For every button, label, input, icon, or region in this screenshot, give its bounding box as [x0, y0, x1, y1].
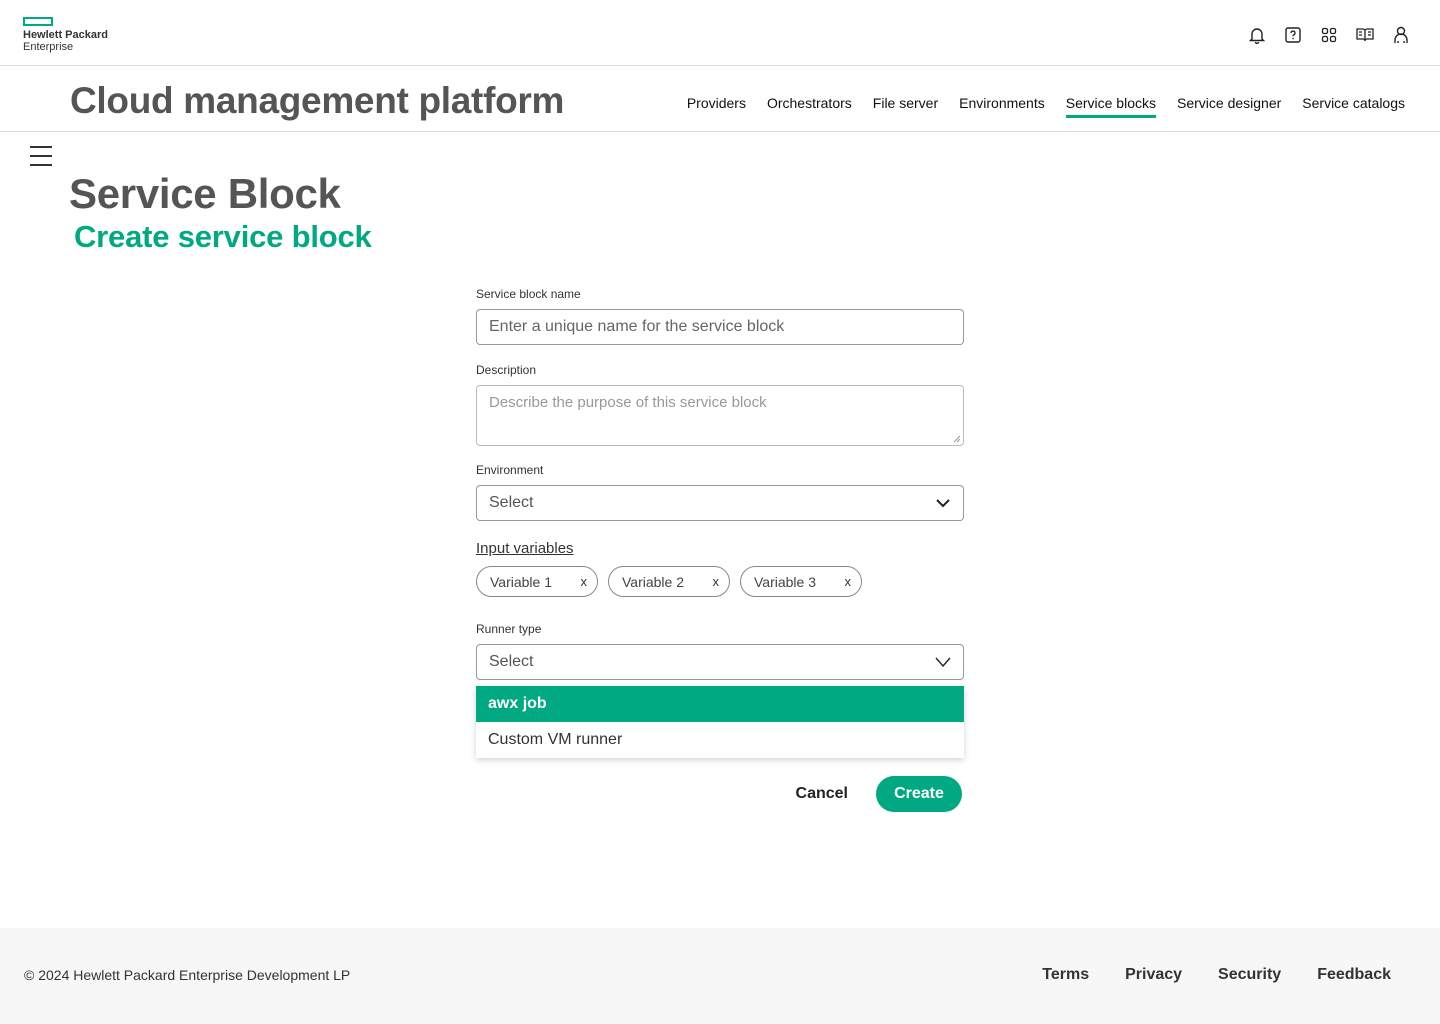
apps-grid-icon[interactable] — [1320, 26, 1338, 44]
footer: © 2024 Hewlett Packard Enterprise Develo… — [0, 928, 1440, 1024]
service-block-name-input[interactable]: Enter a unique name for the service bloc… — [476, 309, 964, 345]
create-button[interactable]: Create — [876, 776, 962, 812]
environment-select-value: Select — [489, 494, 534, 511]
footer-link-privacy[interactable]: Privacy — [1125, 966, 1182, 984]
name-field-group: Service block name Enter a unique name f… — [476, 287, 964, 345]
environment-label: Environment — [476, 463, 544, 477]
runner-option-custom-vm[interactable]: Custom VM runner — [476, 722, 964, 758]
book-icon[interactable] — [1356, 26, 1374, 44]
bell-icon[interactable] — [1248, 26, 1266, 44]
hamburger-menu-icon[interactable] — [30, 146, 52, 168]
page-title: Service Block — [69, 170, 341, 217]
form-actions: Cancel Create — [476, 776, 964, 812]
app-title: Cloud management platform — [70, 80, 565, 121]
top-bar: Hewlett Packard Enterprise — [0, 0, 1440, 66]
description-field-group: Description Describe the purpose of this… — [476, 363, 964, 446]
description-textarea[interactable]: Describe the purpose of this service blo… — [476, 385, 964, 446]
copyright-text: © 2024 Hewlett Packard Enterprise Develo… — [24, 967, 351, 983]
logo-mark — [23, 17, 53, 26]
header-bar: Cloud management platform Providers Orch… — [0, 66, 1440, 132]
variable-chip: Variable 3 x — [740, 566, 862, 597]
user-icon[interactable] — [1392, 26, 1410, 44]
footer-links: Terms Privacy Security Feedback — [1042, 966, 1391, 984]
runner-type-field-group: Runner type Select — [476, 622, 964, 680]
main-nav: Providers Orchestrators File server Envi… — [687, 95, 1405, 118]
chevron-down-icon — [936, 499, 950, 508]
variable-chip-label: Variable 2 — [622, 573, 685, 590]
chevron-down-icon — [935, 657, 951, 667]
nav-file-server[interactable]: File server — [873, 95, 938, 118]
top-icons — [1248, 26, 1410, 44]
environment-select[interactable]: Select — [476, 485, 964, 521]
logo-line2: Enterprise — [23, 41, 74, 53]
variable-chip-label: Variable 3 — [754, 573, 817, 590]
footer-link-security[interactable]: Security — [1218, 966, 1281, 984]
remove-variable-icon[interactable]: x — [713, 574, 720, 589]
nav-orchestrators[interactable]: Orchestrators — [767, 95, 852, 118]
remove-variable-icon[interactable]: x — [845, 574, 852, 589]
nav-service-designer[interactable]: Service designer — [1177, 95, 1281, 118]
variable-chips: Variable 1 x Variable 2 x Variable 3 x — [476, 566, 964, 597]
variable-chip-label: Variable 1 — [490, 573, 553, 590]
remove-variable-icon[interactable]: x — [581, 574, 588, 589]
page-subtitle: Create service block — [74, 219, 372, 254]
nav-environments[interactable]: Environments — [959, 95, 1045, 118]
hpe-logo[interactable]: Hewlett Packard Enterprise — [23, 17, 108, 53]
runner-type-select[interactable]: Select — [476, 644, 964, 680]
name-label: Service block name — [476, 287, 581, 301]
footer-link-feedback[interactable]: Feedback — [1317, 966, 1391, 984]
nav-providers[interactable]: Providers — [687, 95, 746, 118]
footer-link-terms[interactable]: Terms — [1042, 966, 1089, 984]
logo-line1: Hewlett Packard — [23, 29, 108, 41]
cancel-button[interactable]: Cancel — [796, 785, 848, 803]
runner-type-select-value: Select — [489, 653, 534, 670]
help-icon[interactable] — [1284, 26, 1302, 44]
variable-chip: Variable 2 x — [608, 566, 730, 597]
environment-field-group: Environment Select — [476, 463, 964, 521]
variable-chip: Variable 1 x — [476, 566, 598, 597]
description-placeholder: Describe the purpose of this service blo… — [489, 394, 767, 411]
runner-option-awx-job[interactable]: awx job — [476, 686, 964, 722]
input-variables-group: Input variables Variable 1 x Variable 2 … — [476, 540, 964, 597]
input-variables-link[interactable]: Input variables — [476, 540, 574, 557]
nav-service-blocks[interactable]: Service blocks — [1065, 95, 1156, 118]
runner-type-dropdown: awx job Custom VM runner — [476, 686, 964, 758]
nav-service-catalogs[interactable]: Service catalogs — [1302, 95, 1405, 118]
description-label: Description — [476, 363, 537, 377]
resize-grip-icon[interactable] — [953, 435, 961, 443]
runner-type-label: Runner type — [476, 622, 542, 636]
